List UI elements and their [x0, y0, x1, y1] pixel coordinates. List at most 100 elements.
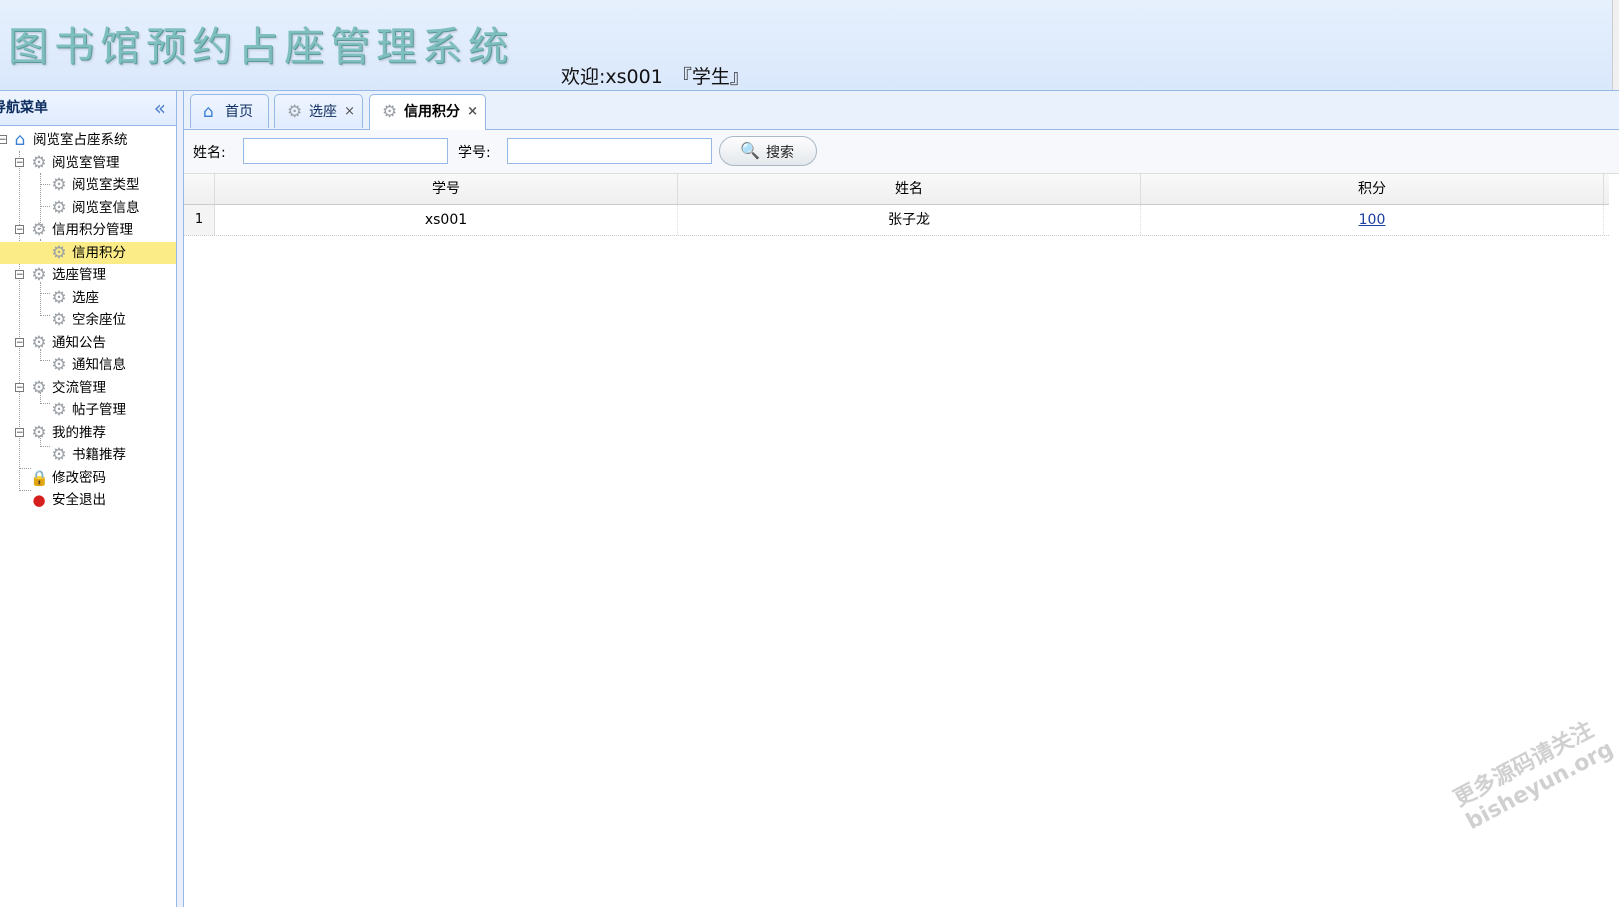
gear-icon: ⚙ — [31, 332, 47, 353]
tree-item-label: 阅览室类型 — [72, 177, 140, 193]
cell-points: 100 — [1141, 205, 1604, 235]
gear-icon: ⚙ — [31, 265, 47, 285]
column-header-points[interactable]: 积分 — [1141, 174, 1604, 204]
tree-group-label: 信用积分管理 — [52, 222, 133, 238]
tree-group-label: 通知公告 — [52, 334, 106, 351]
tree-item-change-password[interactable]: 🔒 修改密码 — [0, 467, 176, 490]
welcome-label: 欢迎: — [561, 66, 606, 88]
current-username: xs001 — [605, 66, 663, 88]
tree-item-select-seat[interactable]: ⚙ 选座 — [0, 287, 176, 310]
page-header: 图书馆预约占座管理系统 欢迎:xs001 『学生』 — [0, 0, 1619, 91]
nav-tree: − ⌂ 阅览室占座系统 − ⚙ 阅览室管理 ⚙ 阅览室类型 ⚙ 阅览室信息 − … — [0, 129, 176, 512]
search-icon: 🔍 — [740, 141, 760, 160]
collapse-sidebar-icon[interactable]: « — [154, 91, 166, 125]
app-title: 图书馆预约占座管理系统 — [8, 24, 514, 70]
cell-name: 张子龙 — [678, 205, 1141, 235]
tab-bar: ⌂ 首页 ⚙ 选座 × ⚙ 信用积分 × — [184, 91, 1619, 130]
table-header: 学号 姓名 积分 — [184, 174, 1609, 205]
gear-icon: ⚙ — [51, 287, 67, 308]
power-icon: ● — [32, 491, 46, 509]
search-button[interactable]: 🔍 搜索 — [719, 136, 817, 166]
collapse-toggle-icon[interactable]: − — [15, 382, 24, 392]
student-id-label: 学号: — [458, 145, 491, 161]
gear-icon: ⚙ — [51, 400, 67, 420]
tab-credit-points[interactable]: ⚙ 信用积分 × — [369, 94, 486, 130]
tab-home[interactable]: ⌂ 首页 — [190, 94, 269, 128]
home-icon: ⌂ — [14, 130, 26, 150]
gear-icon: ⚙ — [31, 152, 47, 173]
tree-root-label: 阅览室占座系统 — [33, 132, 128, 148]
gear-icon: ⚙ — [51, 242, 67, 263]
gear-icon: ⚙ — [51, 197, 67, 218]
gear-icon: ⚙ — [287, 102, 303, 122]
page-scrollbar[interactable] — [1612, 0, 1619, 90]
tab-label: 信用积分 — [404, 104, 460, 120]
cell-student-id: xs001 — [215, 205, 678, 235]
tab-label: 选座 — [309, 104, 337, 120]
tree-item-notice-info[interactable]: ⚙ 通知信息 — [0, 354, 176, 377]
gear-icon: ⚙ — [51, 175, 67, 195]
collapse-toggle-icon[interactable]: − — [15, 270, 24, 280]
tree-item-available-seats[interactable]: ⚙ 空余座位 — [0, 309, 176, 332]
student-id-search-input[interactable] — [507, 138, 712, 164]
collapse-toggle-icon[interactable]: − — [15, 157, 24, 167]
name-label: 姓名: — [193, 145, 226, 161]
gear-icon: ⚙ — [382, 102, 398, 122]
search-button-label: 搜索 — [766, 145, 794, 161]
tree-group-communication-management[interactable]: − ⚙ 交流管理 — [0, 377, 176, 400]
column-header-student-id[interactable]: 学号 — [215, 174, 678, 204]
row-number-header — [184, 174, 215, 204]
tab-label: 首页 — [225, 104, 253, 120]
tree-item-credit-points[interactable]: ⚙ 信用积分 — [0, 241, 176, 264]
tree-group-label: 我的推荐 — [52, 424, 106, 441]
row-number: 1 — [184, 205, 215, 235]
tree-item-label: 选座 — [72, 289, 99, 306]
tree-group-reading-room-management[interactable]: − ⚙ 阅览室管理 — [0, 152, 176, 175]
close-icon[interactable]: × — [344, 95, 355, 129]
close-icon[interactable]: × — [467, 95, 478, 129]
gear-icon: ⚙ — [31, 377, 47, 398]
gear-icon: ⚙ — [51, 445, 67, 465]
tab-select-seat[interactable]: ⚙ 选座 × — [274, 94, 363, 128]
tree-item-label: 书籍推荐 — [72, 447, 126, 463]
column-header-name[interactable]: 姓名 — [678, 174, 1141, 204]
tree-item-book-recommendation[interactable]: ⚙ 书籍推荐 — [0, 444, 176, 467]
lock-icon: 🔒 — [30, 468, 49, 487]
tree-item-label: 信用积分 — [72, 244, 126, 261]
tree-item-post-management[interactable]: ⚙ 帖子管理 — [0, 399, 176, 422]
collapse-toggle-icon[interactable]: − — [15, 337, 24, 347]
collapse-toggle-icon[interactable]: − — [15, 225, 24, 235]
tree-group-my-recommendations[interactable]: − ⚙ 我的推荐 — [0, 422, 176, 445]
sidebar-header: 导航菜单 « — [0, 91, 176, 126]
tree-item-label: 修改密码 — [52, 469, 106, 486]
tree-item-label: 安全退出 — [52, 492, 106, 508]
tree-item-label: 通知信息 — [72, 357, 126, 373]
tree-group-label: 交流管理 — [52, 379, 106, 396]
welcome-message: 欢迎:xs001 『学生』 — [561, 62, 749, 89]
home-icon: ⌂ — [203, 102, 214, 122]
sidebar-splitter[interactable] — [177, 91, 184, 907]
tree-item-reading-room-info[interactable]: ⚙ 阅览室信息 — [0, 197, 176, 220]
gear-icon: ⚙ — [51, 310, 67, 330]
points-link[interactable]: 100 — [1359, 212, 1386, 228]
tree-item-label: 帖子管理 — [72, 402, 126, 418]
tree-item-reading-room-type[interactable]: ⚙ 阅览室类型 — [0, 174, 176, 197]
tree-group-announcements[interactable]: − ⚙ 通知公告 — [0, 332, 176, 355]
table-row[interactable]: 1 xs001 张子龙 100 — [184, 205, 1609, 236]
tree-group-label: 选座管理 — [52, 267, 106, 283]
name-search-input[interactable] — [243, 138, 448, 164]
search-toolbar: 姓名: 学号: 🔍 搜索 — [184, 130, 1619, 174]
sidebar: 导航菜单 « − ⌂ 阅览室占座系统 — [0, 91, 177, 907]
tree-item-label: 阅览室信息 — [72, 199, 140, 216]
tree-group-label: 阅览室管理 — [52, 154, 120, 171]
tree-group-credit-points-management[interactable]: − ⚙ 信用积分管理 — [0, 219, 176, 242]
tree-group-seat-selection-management[interactable]: − ⚙ 选座管理 — [0, 264, 176, 287]
tree-item-label: 空余座位 — [72, 312, 126, 328]
tree-item-logout[interactable]: ● 安全退出 — [0, 489, 176, 512]
tree-root-reading-room-system[interactable]: − ⌂ 阅览室占座系统 — [0, 129, 176, 152]
current-role: 『学生』 — [672, 66, 749, 88]
sidebar-title: 导航菜单 — [0, 100, 48, 116]
main-content: ⌂ 首页 ⚙ 选座 × ⚙ 信用积分 × 姓名: 学号: 🔍 搜索 学号 姓名 … — [184, 91, 1619, 907]
collapse-toggle-icon[interactable]: − — [0, 135, 7, 145]
collapse-toggle-icon[interactable]: − — [15, 427, 24, 437]
